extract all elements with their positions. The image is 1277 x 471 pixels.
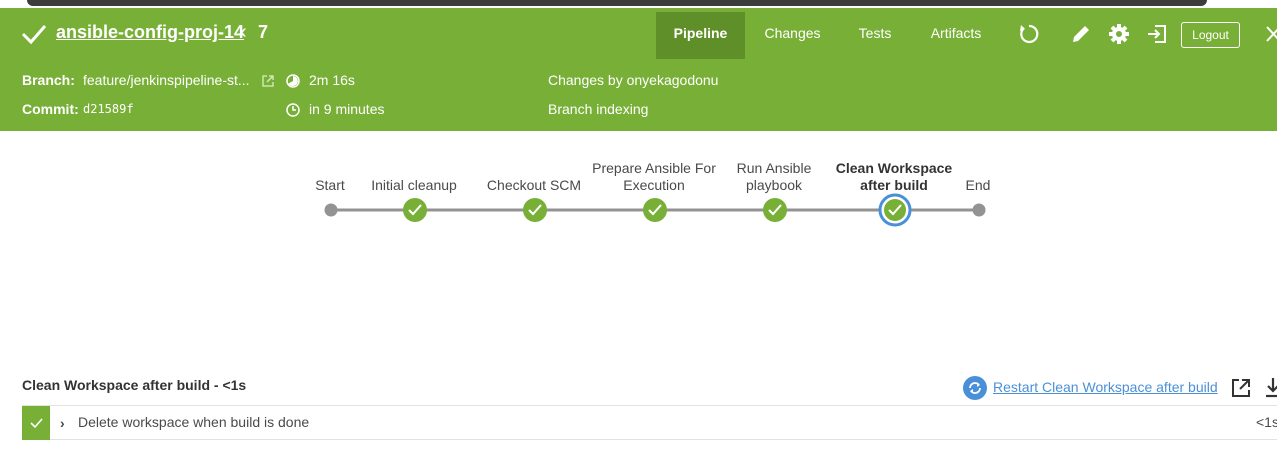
- open-in-new-icon[interactable]: [1231, 378, 1251, 398]
- tab-pipeline[interactable]: Pipeline: [656, 12, 745, 59]
- pipeline-graph: Start Initial cleanup Checkout SCM Prepa…: [0, 140, 1277, 250]
- rerun-icon[interactable]: [1017, 22, 1041, 46]
- run-info-bar: Branch: feature/jenkinspipeline-st... Co…: [0, 59, 1277, 131]
- time-ago-value: in 9 minutes: [309, 101, 385, 117]
- start-node: [324, 203, 338, 217]
- restart-stage-link[interactable]: Restart Clean Workspace after build: [993, 379, 1218, 395]
- stage-node-checkout-scm[interactable]: [523, 198, 547, 222]
- step-duration: <1s: [1256, 414, 1277, 430]
- changes-by: Changes by onyekagodonu: [548, 72, 719, 88]
- stage-node-initial-cleanup[interactable]: [403, 198, 427, 222]
- chevron-right-icon[interactable]: ›: [60, 415, 65, 431]
- download-icon[interactable]: [1265, 377, 1277, 399]
- check-icon: [30, 418, 43, 429]
- chevron-left-icon[interactable]: ‹: [240, 21, 247, 44]
- build-cause: Branch indexing: [548, 101, 649, 117]
- tab-tests[interactable]: Tests: [850, 12, 900, 59]
- duration-value: 2m 16s: [309, 72, 355, 88]
- external-link-icon[interactable]: [261, 74, 275, 88]
- stage-node-prepare-ansible[interactable]: [643, 198, 667, 222]
- success-check-icon: [21, 25, 47, 45]
- stage-node-run-ansible[interactable]: [763, 198, 787, 222]
- end-node: [972, 203, 986, 217]
- pipeline-title-link[interactable]: ansible-config-proj-14: [56, 22, 244, 43]
- logout-button[interactable]: Logout: [1181, 22, 1240, 48]
- branch-label: Branch:: [22, 72, 75, 88]
- tab-changes[interactable]: Changes: [755, 12, 830, 59]
- top-bar: ansible-config-proj-14 ‹ 7 Pipeline Chan…: [0, 8, 1277, 59]
- step-detail-header: Clean Workspace after build - <1s: [22, 377, 247, 393]
- close-icon[interactable]: [1264, 22, 1277, 46]
- branch-value: feature/jenkinspipeline-st...: [83, 72, 250, 88]
- edit-icon[interactable]: [1069, 22, 1093, 46]
- step-label: Delete workspace when build is done: [78, 414, 310, 430]
- restart-icon[interactable]: [963, 376, 987, 400]
- clock-icon: [286, 103, 300, 117]
- commit-value: d21589f: [83, 102, 134, 116]
- gear-icon[interactable]: [1107, 22, 1131, 46]
- duration-icon: [286, 74, 300, 88]
- exit-icon[interactable]: [1145, 22, 1169, 46]
- step-success-indicator: [22, 406, 50, 440]
- commit-label: Commit:: [22, 101, 79, 117]
- run-number: 7: [258, 22, 269, 42]
- stage-node-clean-workspace[interactable]: [878, 193, 912, 227]
- pipeline-graph-svg: [324, 193, 986, 227]
- browser-chrome: [0, 0, 1277, 8]
- step-row[interactable]: › Delete workspace when build is done <1…: [22, 405, 1277, 440]
- tab-artifacts[interactable]: Artifacts: [920, 12, 992, 59]
